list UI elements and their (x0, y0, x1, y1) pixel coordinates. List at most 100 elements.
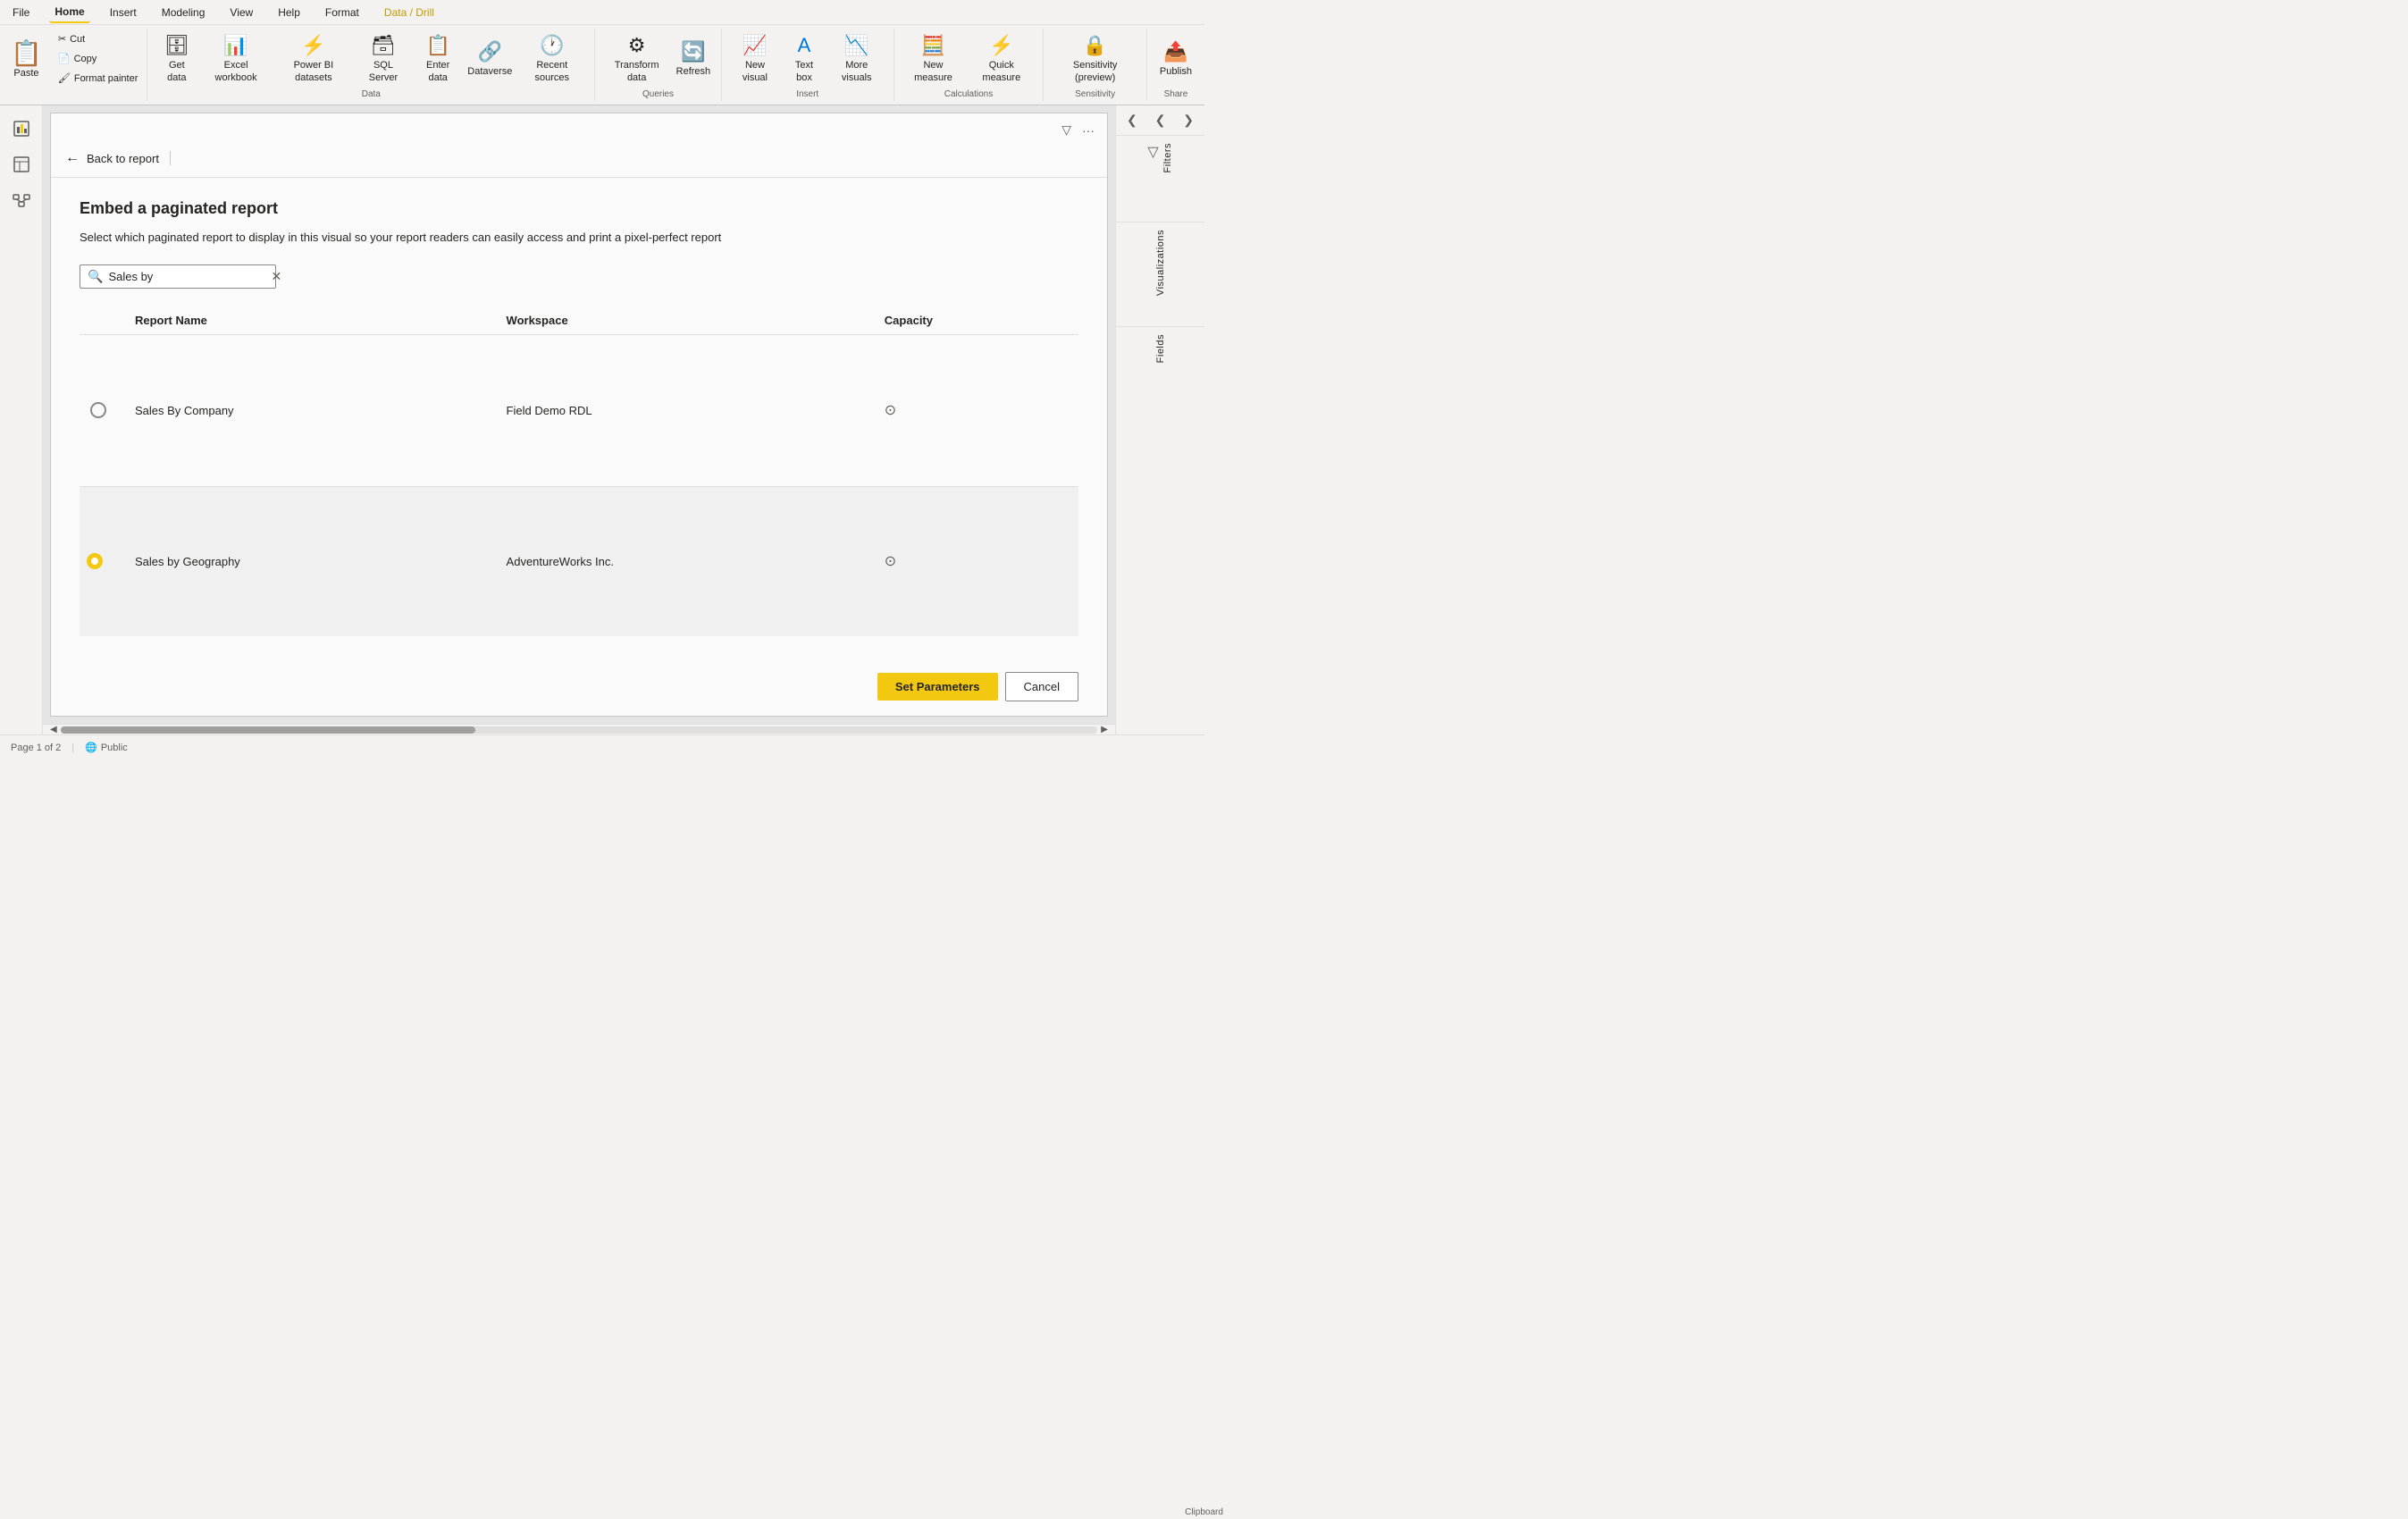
recent-sources-icon: 🕐 (540, 34, 564, 57)
table-row[interactable]: Sales By Company Field Demo RDL ⊙ (80, 334, 1078, 486)
cut-button[interactable]: ✂ Cut (53, 29, 144, 49)
data-group: 🗄 Get data 📊 Excel workbook ⚡ Power BI d… (147, 29, 595, 101)
cancel-button[interactable]: Cancel (1005, 672, 1078, 701)
paste-icon: 📋 (11, 38, 42, 68)
sidebar-table-icon[interactable] (5, 148, 38, 180)
get-data-button[interactable]: 🗄 Get data (155, 29, 198, 89)
visualizations-label: Visualizations (1155, 230, 1166, 296)
quick-measure-button[interactable]: ⚡ Quick measure (967, 29, 1036, 89)
paste-button[interactable]: 📋 Paste (4, 29, 49, 89)
power-bi-datasets-button[interactable]: ⚡ Power BI datasets (273, 29, 354, 89)
filters-label: Filters (1162, 143, 1173, 172)
sql-server-button[interactable]: 🗃 SQL Server (356, 29, 411, 89)
more-visuals-button[interactable]: 📉 More visuals (827, 29, 886, 89)
sensitivity-button[interactable]: 🔒 Sensitivity (preview) (1051, 29, 1139, 89)
new-visual-label: New visual (734, 60, 776, 83)
menu-file[interactable]: File (7, 3, 35, 22)
table-row[interactable]: Sales by Geography AdventureWorks Inc. ⊙ (80, 486, 1078, 636)
row1-workspace: Field Demo RDL (496, 334, 874, 486)
publish-label: Publish (1160, 66, 1192, 78)
modal-content: Embed a paginated report Select which pa… (51, 178, 1107, 658)
scrollbar-track[interactable] (61, 726, 1098, 734)
menu-datadrill[interactable]: Data / Drill (379, 3, 440, 22)
chevron-left-button[interactable]: ❮ (1123, 109, 1141, 131)
filter-panel-icon[interactable]: ▽ (1147, 143, 1158, 161)
status-bar: Page 1 of 2 | 🌐 Public (0, 734, 1204, 760)
back-to-report-link[interactable]: Back to report (87, 152, 159, 165)
back-row: ← Back to report (51, 147, 1107, 178)
menu-format[interactable]: Format (320, 3, 365, 22)
filter-icon[interactable]: ▽ (1060, 121, 1073, 139)
copy-button[interactable]: 📄 Copy (53, 49, 144, 69)
modal-panel: ▽ ··· ← Back to report Embed a paginated… (50, 113, 1108, 717)
excel-workbook-button[interactable]: 📊 Excel workbook (200, 29, 271, 89)
enter-data-label: Enter data (418, 60, 457, 83)
clear-search-icon[interactable]: ✕ (271, 269, 281, 284)
menu-modeling[interactable]: Modeling (156, 3, 211, 22)
row2-radio[interactable] (87, 553, 103, 569)
clipboard-small-buttons: ✂ Cut 📄 Copy 🖌 Format painter (53, 29, 144, 88)
publish-icon: 📤 (1163, 40, 1187, 63)
search-icon: 🔍 (88, 269, 103, 284)
search-box[interactable]: 🔍 ✕ (80, 264, 276, 289)
new-measure-icon: 🧮 (921, 34, 945, 57)
transform-data-label: Transform data (608, 60, 666, 83)
col-workspace: Workspace (496, 306, 874, 335)
new-measure-button[interactable]: 🧮 New measure (902, 29, 966, 89)
chevron-nav: ❮ ❮ ❯ (1116, 105, 1204, 136)
row1-report-name: Sales By Company (124, 334, 496, 486)
more-options-icon[interactable]: ··· (1080, 122, 1096, 139)
copy-label: Copy (74, 54, 97, 64)
col-capacity: Capacity (874, 306, 1078, 335)
enter-data-button[interactable]: 📋 Enter data (413, 29, 463, 89)
publish-button[interactable]: 📤 Publish (1154, 29, 1197, 89)
excel-workbook-icon: 📊 (223, 34, 248, 57)
row1-capacity: ⊙ (874, 334, 1078, 486)
capacity-icon: ⊙ (885, 403, 896, 418)
scroll-right-arrow[interactable]: ▶ (1097, 725, 1112, 734)
queries-group: ⚙ Transform data 🔄 Refresh Queries (595, 29, 722, 101)
menu-help[interactable]: Help (273, 3, 306, 22)
row1-radio-cell[interactable] (80, 334, 124, 486)
col-select (80, 306, 124, 335)
sidebar-model-icon[interactable] (5, 184, 38, 216)
chevron-right-button[interactable]: ❯ (1179, 109, 1197, 131)
canvas-scrollbar: ◀ ▶ (43, 724, 1115, 734)
clipboard-label: Clipboard (1185, 1507, 1223, 1517)
format-painter-button[interactable]: 🖌 Format painter (53, 69, 144, 88)
scroll-left-arrow[interactable]: ◀ (46, 725, 61, 734)
back-divider (170, 151, 171, 165)
sensitivity-group-label: Sensitivity (1075, 89, 1115, 99)
menu-view[interactable]: View (224, 3, 258, 22)
menu-home[interactable]: Home (49, 2, 89, 23)
fields-label: Fields (1155, 334, 1166, 363)
text-box-button[interactable]: A Text box (783, 29, 826, 89)
transform-data-button[interactable]: ⚙ Transform data (602, 29, 671, 89)
modal-description: Select which paginated report to display… (80, 229, 1078, 247)
sensitivity-label: Sensitivity (preview) (1056, 60, 1134, 83)
recent-sources-button[interactable]: 🕐 Recent sources (516, 29, 587, 89)
menu-insert[interactable]: Insert (105, 3, 142, 22)
row1-radio[interactable] (90, 402, 106, 418)
fields-panel-section[interactable]: Fields (1116, 327, 1204, 395)
chevron-left2-button[interactable]: ❮ (1152, 109, 1170, 131)
share-group-label: Share (1164, 89, 1188, 99)
transform-data-icon: ⚙ (628, 34, 646, 57)
search-input[interactable] (108, 270, 265, 283)
text-box-icon: A (798, 34, 811, 57)
get-data-label: Get data (160, 60, 193, 83)
back-arrow-icon[interactable]: ← (65, 150, 80, 166)
new-visual-button[interactable]: 📈 New visual (729, 29, 781, 89)
row2-radio-cell[interactable] (80, 486, 124, 636)
filters-panel-section[interactable]: ▽ Filters (1116, 136, 1204, 222)
text-box-label: Text box (788, 60, 820, 83)
refresh-button[interactable]: 🔄 Refresh (673, 29, 714, 89)
sidebar-report-icon[interactable] (5, 113, 38, 145)
right-panels: ❮ ❮ ❯ ▽ Filters Visualizations (1115, 105, 1204, 734)
ribbon: 📋 Paste ✂ Cut 📄 Copy 🖌 Format painter Cl… (0, 25, 1204, 105)
main-area: ▽ ··· ← Back to report Embed a paginated… (0, 105, 1204, 734)
insert-group: 📈 New visual A Text box 📉 More visuals I… (722, 29, 894, 101)
dataverse-button[interactable]: 🔗 Dataverse (465, 29, 515, 89)
visualizations-panel-section[interactable]: Visualizations (1116, 222, 1204, 327)
set-parameters-button[interactable]: Set Parameters (877, 673, 998, 701)
